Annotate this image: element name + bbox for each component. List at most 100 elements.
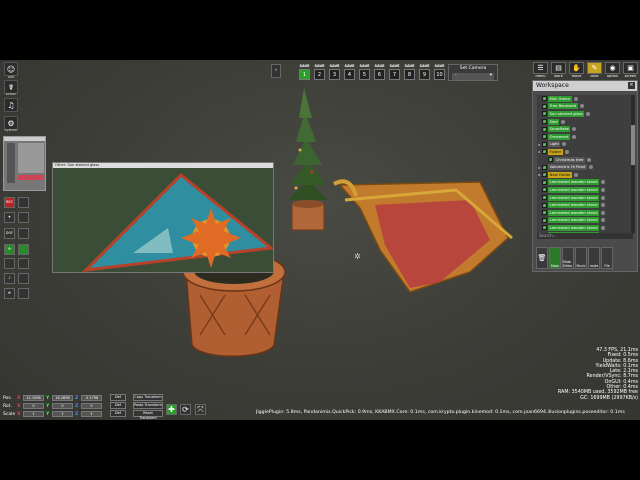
scale-y-field[interactable]: 1: [52, 411, 73, 417]
scale-default-button[interactable]: Def: [110, 410, 126, 417]
visibility-checkbox[interactable]: ✓: [548, 157, 553, 163]
folder-icon[interactable]: File: [601, 247, 613, 269]
extra-icon[interactable]: [4, 258, 15, 269]
item-eye-icon[interactable]: [572, 127, 577, 132]
workspace-tree-item[interactable]: ▸ ✓ Folder: [537, 148, 633, 156]
close-icon[interactable]: ×: [628, 82, 635, 89]
mask-button[interactable]: Mask: [549, 247, 561, 269]
item-eye-icon[interactable]: [564, 149, 569, 154]
item-eye-icon[interactable]: [601, 218, 606, 223]
scale-z-field[interactable]: 1: [81, 411, 102, 417]
item-eye-icon[interactable]: [579, 104, 584, 109]
capture-icon[interactable]: [18, 197, 29, 208]
item-eye-icon[interactable]: [562, 142, 567, 147]
visibility-checkbox[interactable]: ✓: [542, 164, 547, 170]
extra-star-icon[interactable]: ✷: [4, 212, 15, 223]
item-eye-icon[interactable]: [587, 157, 591, 162]
workspace-tree-item[interactable]: ▸ ✓ Volumetric Hi Point: [537, 163, 633, 171]
save-slot-button[interactable]: 6: [374, 69, 385, 80]
pos-y-field[interactable]: 16.2698: [52, 395, 73, 401]
rot-z-field[interactable]: 0: [81, 403, 102, 409]
route-button[interactable]: route: [588, 247, 600, 269]
tool-move[interactable]: ✋ move: [568, 62, 585, 78]
rotate-gizmo-icon[interactable]: ⟳: [180, 404, 191, 415]
workspace-tree-item[interactable]: ✓Laminated wooden stand: [537, 194, 633, 202]
reset-transform-button[interactable]: Reset Transform: [133, 410, 163, 420]
trash-icon[interactable]: 🗑: [536, 247, 548, 269]
visibility-checkbox[interactable]: ✓: [542, 225, 547, 231]
workspace-tree-item[interactable]: ✓ Sun stained glass: [537, 110, 633, 118]
workspace-tree-item[interactable]: ✓ Christmas tree: [537, 156, 633, 164]
visibility-checkbox[interactable]: ✓: [542, 217, 547, 223]
workspace-tree-item[interactable]: ✓Laminated wooden stand: [537, 186, 633, 194]
save-icon[interactable]: [18, 288, 29, 299]
tool-work[interactable]: ▤ work: [550, 62, 567, 78]
save-slot-button[interactable]: 8: [404, 69, 415, 80]
tool-option[interactable]: ◉ option: [604, 62, 621, 78]
workspace-search[interactable]: Search...: [537, 233, 633, 239]
item-eye-icon[interactable]: [601, 180, 606, 185]
scale-gizmo-icon[interactable]: ⤧: [195, 404, 206, 415]
pos-x-field[interactable]: 12.1098: [23, 395, 44, 401]
rot-default-button[interactable]: Def: [110, 402, 126, 409]
tool-screen[interactable]: ▣ screen: [622, 62, 639, 78]
visibility-checkbox[interactable]: ✓: [542, 202, 547, 208]
item-eye-icon[interactable]: [601, 210, 606, 215]
pos-default-button[interactable]: Def: [110, 394, 126, 401]
pos-z-field[interactable]: -3.1798: [81, 395, 102, 401]
ui-control-panel[interactable]: [3, 136, 46, 191]
item-eye-icon[interactable]: [586, 111, 591, 116]
workspace-tree[interactable]: ✓ Mini Green ✓ Tree Renewed ✓ Sun stained gla…: [537, 95, 633, 233]
visibility-checkbox[interactable]: ✓: [542, 103, 547, 109]
item-eye-icon[interactable]: [573, 96, 578, 101]
visibility-checkbox[interactable]: ✓: [542, 187, 547, 193]
camera-icon[interactable]: ✜: [4, 288, 15, 299]
workspace-tree-item[interactable]: ▸ ✓ Light: [537, 141, 633, 149]
set-bg-icon[interactable]: [18, 212, 29, 223]
workspace-tree-item[interactable]: ✓ Snowflake: [537, 125, 633, 133]
workspace-tree-item[interactable]: ✓Laminated wooden stand: [537, 217, 633, 225]
item-eye-icon[interactable]: [589, 165, 594, 170]
workspace-tree-item[interactable]: ✓ Mini Green: [537, 95, 633, 103]
workspace-tree-item[interactable]: ✓ Ornament: [537, 133, 633, 141]
save-slot-button[interactable]: 5: [359, 69, 370, 80]
dof-icon[interactable]: DOF: [4, 228, 15, 239]
add-person-icon[interactable]: ☺: [4, 62, 18, 76]
workspace-tree-item[interactable]: ✓Laminated wooden stand: [537, 209, 633, 217]
item-eye-icon[interactable]: [601, 187, 606, 192]
move-gizmo-icon[interactable]: ✚: [166, 404, 177, 415]
workspace-tree-item[interactable]: ✓ Sled: [537, 118, 633, 126]
item-eye-icon[interactable]: [601, 203, 606, 208]
tool-menu[interactable]: ☰ menu: [532, 62, 549, 78]
visibility-checkbox[interactable]: ✓: [542, 134, 547, 140]
save-slot-button[interactable]: 10: [434, 69, 445, 80]
workspace-scrollbar[interactable]: [631, 95, 635, 233]
green-move-icon[interactable]: ✣: [4, 244, 15, 255]
visibility-checkbox[interactable]: ✓: [542, 172, 547, 178]
save-slot-button[interactable]: 1: [299, 69, 310, 80]
visibility-checkbox[interactable]: ✓: [542, 96, 547, 102]
hsp-icon[interactable]: [18, 273, 29, 284]
sound-icon[interactable]: ♪: [4, 273, 15, 284]
local-icon[interactable]: [18, 258, 29, 269]
visibility-checkbox[interactable]: ✓: [542, 149, 547, 155]
item-eye-icon[interactable]: [574, 172, 579, 177]
item-eye-icon[interactable]: [601, 195, 606, 200]
music-button[interactable]: Music: [575, 247, 587, 269]
item-eye-icon[interactable]: [561, 119, 566, 124]
map-green-icon[interactable]: [18, 244, 29, 255]
workspace-tree-item[interactable]: ✓Laminated wooden stand: [537, 179, 633, 187]
mask-editor-button[interactable]: Mask Editor: [562, 247, 574, 269]
rot-y-field[interactable]: 0: [52, 403, 73, 409]
save-slot-button[interactable]: 3: [329, 69, 340, 80]
item-eye-icon[interactable]: [572, 134, 577, 139]
gizmo-toggle-button[interactable]: +: [271, 64, 281, 78]
copy-transform-button[interactable]: Copy Transform: [133, 394, 163, 401]
visibility-checkbox[interactable]: ✓: [542, 111, 547, 117]
visibility-checkbox[interactable]: ✓: [542, 210, 547, 216]
workspace-tree-item[interactable]: ✓ Tree Renewed: [537, 103, 633, 111]
save-slot-button[interactable]: 4: [344, 69, 355, 80]
visibility-checkbox[interactable]: ✓: [542, 141, 547, 147]
save-slot-button[interactable]: 9: [419, 69, 430, 80]
scale-x-field[interactable]: 1: [23, 411, 44, 417]
